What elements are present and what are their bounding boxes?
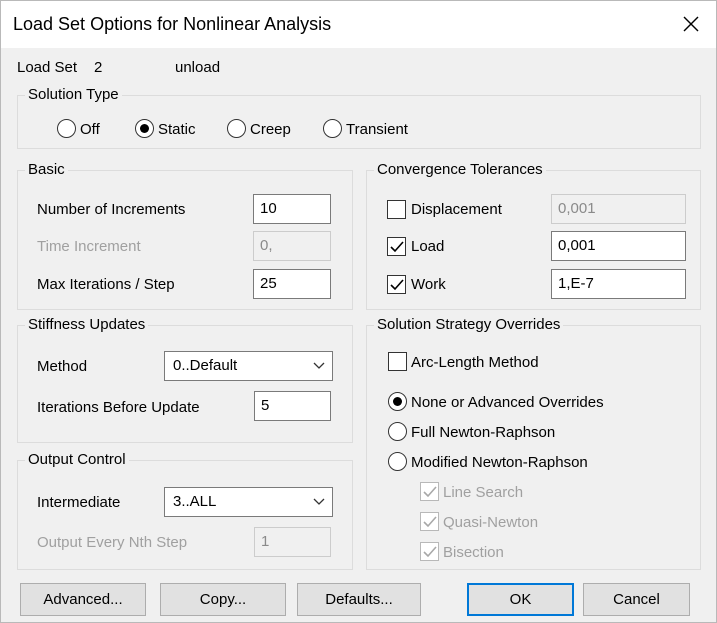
none-advanced-radio[interactable] xyxy=(388,392,407,411)
bisection-label: Bisection xyxy=(443,544,504,561)
full-newton-radio[interactable] xyxy=(388,422,407,441)
method-dropdown[interactable]: 0..Default xyxy=(164,351,333,381)
load-label: Load xyxy=(411,238,445,255)
time-increment-label: Time Increment xyxy=(37,238,141,255)
checkmark-icon xyxy=(423,516,437,528)
intermediate-label: Intermediate xyxy=(37,494,121,511)
window-title: Load Set Options for Nonlinear Analysis xyxy=(13,14,332,34)
modified-newton-label: Modified Newton-Raphson xyxy=(411,454,588,471)
solution-static-label: Static xyxy=(158,121,196,138)
load-input[interactable]: 0,001 xyxy=(551,231,686,261)
cancel-button[interactable]: Cancel xyxy=(583,583,690,616)
num-increments-label: Number of Increments xyxy=(37,201,186,218)
defaults-button[interactable]: Defaults... xyxy=(297,583,421,616)
advanced-button[interactable]: Advanced... xyxy=(20,583,146,616)
bisection-checkbox xyxy=(420,542,439,561)
basic-title: Basic xyxy=(25,161,68,178)
checkmark-icon xyxy=(390,241,404,253)
iterations-before-update-label: Iterations Before Update xyxy=(37,399,200,416)
nth-step-label: Output Every Nth Step xyxy=(37,534,188,551)
solution-off-radio[interactable] xyxy=(57,119,76,138)
ok-button[interactable]: OK xyxy=(467,583,574,616)
output-title: Output Control xyxy=(25,451,129,468)
load-checkbox[interactable] xyxy=(387,237,406,256)
solution-off-label: Off xyxy=(80,121,100,138)
load-set-name: unload xyxy=(175,59,221,76)
arc-length-checkbox[interactable] xyxy=(388,352,407,371)
solution-transient-radio[interactable] xyxy=(323,119,342,138)
load-set-number: 2 xyxy=(94,59,103,76)
chevron-down-icon xyxy=(313,362,325,369)
checkmark-icon xyxy=(390,279,404,291)
checkmark-icon xyxy=(423,546,437,558)
time-increment-input: 0, xyxy=(253,231,331,261)
line-search-checkbox xyxy=(420,482,439,501)
quasi-newton-checkbox xyxy=(420,512,439,531)
num-increments-input[interactable]: 10 xyxy=(253,194,331,224)
full-newton-label: Full Newton-Raphson xyxy=(411,424,556,441)
chevron-down-icon xyxy=(313,498,325,505)
nth-step-input: 1 xyxy=(254,527,331,557)
work-input[interactable]: 1,E-7 xyxy=(551,269,686,299)
close-icon xyxy=(683,16,699,32)
title-bar: Load Set Options for Nonlinear Analysis xyxy=(1,1,716,48)
modified-newton-radio[interactable] xyxy=(388,452,407,471)
none-advanced-label: None or Advanced Overrides xyxy=(411,394,604,411)
line-search-label: Line Search xyxy=(443,484,524,501)
displacement-input: 0,001 xyxy=(551,194,686,224)
solution-creep-label: Creep xyxy=(250,121,291,138)
method-value: 0..Default xyxy=(173,357,238,374)
solution-static-radio[interactable] xyxy=(135,119,154,138)
solution-creep-radio[interactable] xyxy=(227,119,246,138)
stiffness-group xyxy=(17,325,353,443)
max-iterations-label: Max Iterations / Step xyxy=(37,276,175,293)
method-label: Method xyxy=(37,358,88,375)
strategy-title: Solution Strategy Overrides xyxy=(374,316,564,333)
intermediate-dropdown[interactable]: 3..ALL xyxy=(164,487,333,517)
load-set-options-dialog: Load Set Options for Nonlinear Analysis … xyxy=(0,0,717,623)
displacement-label: Displacement xyxy=(411,201,502,218)
arc-length-label: Arc-Length Method xyxy=(411,354,539,371)
convergence-title: Convergence Tolerances xyxy=(374,161,546,178)
close-button[interactable] xyxy=(676,9,706,39)
quasi-newton-label: Quasi-Newton xyxy=(443,514,539,531)
solution-transient-label: Transient xyxy=(346,121,408,138)
copy-button[interactable]: Copy... xyxy=(160,583,286,616)
work-checkbox[interactable] xyxy=(387,275,406,294)
load-set-label: Load Set xyxy=(17,59,78,76)
checkmark-icon xyxy=(423,486,437,498)
max-iterations-input[interactable]: 25 xyxy=(253,269,331,299)
work-label: Work xyxy=(411,276,446,293)
iterations-before-update-input[interactable]: 5 xyxy=(254,391,331,421)
stiffness-title: Stiffness Updates xyxy=(25,316,149,333)
intermediate-value: 3..ALL xyxy=(173,493,217,510)
displacement-checkbox[interactable] xyxy=(387,200,406,219)
solution-type-title: Solution Type xyxy=(25,86,122,103)
